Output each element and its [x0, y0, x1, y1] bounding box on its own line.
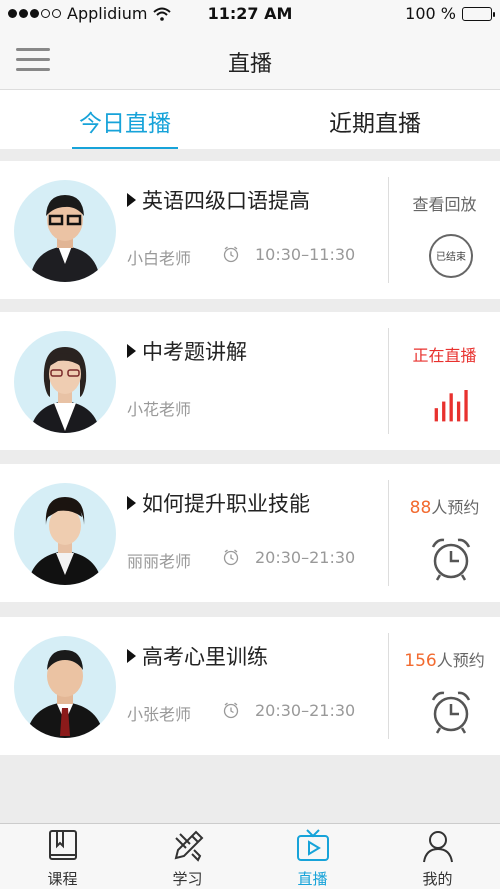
clock-icon	[223, 246, 239, 263]
live-title: 高考心里训练	[127, 641, 268, 671]
tabbar-label: 我的	[422, 870, 453, 888]
clock-icon	[223, 702, 239, 719]
live-card[interactable]: 如何提升职业技能 丽丽老师 20:30–21:30 88人预约	[0, 464, 500, 602]
teacher-name: 小白老师	[127, 249, 192, 268]
book-icon	[48, 830, 77, 860]
bottom-tab-bar: 课程 学习 直播 我的	[0, 823, 500, 889]
teacher-avatar	[14, 180, 116, 282]
live-title: 英语四级口语提高	[127, 185, 310, 215]
live-title: 如何提升职业技能	[127, 488, 310, 518]
teacher-name: 小花老师	[127, 400, 192, 419]
status-bar: Applidium 11:27 AM 100 %	[0, 0, 500, 28]
play-triangle-icon	[127, 649, 136, 663]
reservation-count: 156人预约	[404, 651, 485, 671]
live-card[interactable]: 高考心里训练 小张老师 20:30–21:30 156人预约	[0, 617, 500, 755]
tab-today-live[interactable]: 今日直播	[0, 90, 250, 149]
live-time: 20:30–21:30	[255, 548, 356, 567]
teacher-avatar	[14, 331, 116, 433]
clock-icon	[223, 549, 239, 566]
tab-upcoming-live[interactable]: 近期直播	[250, 90, 500, 149]
alarm-clock-icon[interactable]	[428, 536, 474, 582]
alarm-clock-icon[interactable]	[428, 689, 474, 735]
reservation-count: 88人预约	[409, 498, 480, 518]
teacher-avatar	[14, 636, 116, 738]
live-time: 10:30–11:30	[255, 245, 356, 264]
play-triangle-icon	[127, 344, 136, 358]
tabbar-label: 课程	[47, 870, 78, 888]
teacher-name: 小张老师	[127, 705, 192, 724]
live-title: 中考题讲解	[127, 336, 247, 366]
tabbar-label: 直播	[297, 870, 328, 888]
live-card[interactable]: 英语四级口语提高 小白老师 10:30–11:30 查看回放 已结束	[0, 161, 500, 299]
live-now-status[interactable]: 正在直播	[389, 342, 500, 366]
replay-link[interactable]: 查看回放	[389, 191, 500, 215]
teacher-name: 丽丽老师	[127, 552, 192, 571]
battery-icon	[462, 6, 495, 21]
nav-bar: 直播	[0, 28, 500, 90]
pencil-icon	[174, 830, 203, 862]
tabbar-label: 学习	[172, 870, 203, 888]
live-tabs: 今日直播 近期直播	[0, 90, 500, 149]
tv-play-icon	[296, 829, 329, 861]
tabbar-item-courses[interactable]: 课程	[0, 824, 125, 889]
play-triangle-icon	[127, 496, 136, 510]
ended-badge-label: 已结束	[436, 252, 466, 263]
live-time: 20:30–21:30	[255, 701, 356, 720]
tabbar-item-live[interactable]: 直播	[250, 824, 375, 889]
tabbar-item-study[interactable]: 学习	[125, 824, 250, 889]
page-title: 直播	[227, 52, 272, 77]
play-triangle-icon	[127, 193, 136, 207]
tabbar-item-mine[interactable]: 我的	[375, 824, 500, 889]
teacher-avatar	[14, 483, 116, 585]
battery-percent: 100 %	[405, 4, 456, 23]
live-bars-icon[interactable]	[432, 390, 472, 428]
ended-badge: 已结束	[428, 233, 474, 279]
person-icon	[422, 831, 453, 863]
live-card[interactable]: 中考题讲解 小花老师 正在直播	[0, 312, 500, 450]
